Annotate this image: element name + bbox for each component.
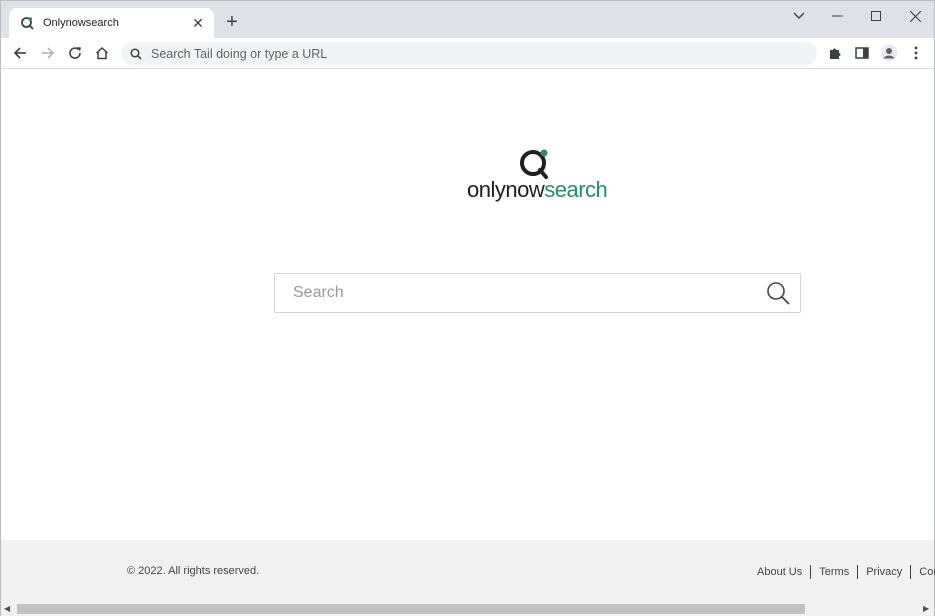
side-panel-icon[interactable] bbox=[852, 43, 872, 63]
new-tab-button[interactable]: + bbox=[223, 12, 241, 32]
close-window-button[interactable] bbox=[903, 7, 927, 25]
tab-close-icon[interactable]: ✕ bbox=[190, 15, 206, 31]
footer-links: About Us Terms Privacy Conta bbox=[757, 565, 935, 579]
tab-title: Onlynowsearch bbox=[43, 17, 119, 29]
onlynowsearch-logo: onlynowsearch bbox=[467, 148, 612, 204]
address-bar-placeholder: Search Tail doing or type a URL bbox=[151, 46, 328, 61]
copyright-text: © 2022. All rights reserved. bbox=[127, 565, 260, 577]
footer-divider bbox=[910, 565, 912, 579]
address-bar[interactable]: Search Tail doing or type a URL bbox=[121, 42, 817, 65]
tab-strip: Onlynowsearch ✕ + bbox=[1, 1, 934, 38]
maximize-button[interactable] bbox=[864, 7, 888, 25]
search-box bbox=[274, 273, 801, 313]
profile-avatar-icon[interactable] bbox=[879, 43, 899, 63]
browser-window: Onlynowsearch ✕ + Search Tail doing or t… bbox=[0, 0, 935, 616]
horizontal-scrollbar[interactable]: ◀ ▶ bbox=[1, 602, 934, 616]
footer-link-terms[interactable]: Terms bbox=[819, 566, 849, 578]
forward-arrow-icon[interactable] bbox=[38, 43, 58, 63]
onlynowsearch-favicon-icon bbox=[19, 15, 35, 31]
page-content: onlynowsearch bbox=[1, 70, 934, 540]
search-input[interactable] bbox=[293, 284, 760, 302]
home-icon[interactable] bbox=[92, 43, 112, 63]
tab-search-dropdown-icon[interactable] bbox=[787, 7, 811, 25]
logo-magnifier-icon bbox=[520, 149, 548, 179]
footer-divider bbox=[857, 565, 859, 579]
footer-link-about-us[interactable]: About Us bbox=[757, 566, 802, 578]
back-arrow-icon[interactable] bbox=[10, 43, 30, 63]
page-footer: © 2022. All rights reserved. About Us Te… bbox=[1, 540, 935, 602]
reload-icon[interactable] bbox=[65, 43, 85, 63]
footer-divider bbox=[810, 565, 812, 579]
scroll-left-arrow-icon[interactable]: ◀ bbox=[4, 605, 12, 613]
scroll-right-arrow-icon[interactable]: ▶ bbox=[923, 605, 931, 613]
logo-text-onlynow: onlynow bbox=[467, 177, 545, 202]
search-button-icon[interactable] bbox=[760, 274, 796, 312]
logo-wordmark: onlynowsearch bbox=[467, 177, 608, 203]
search-icon bbox=[129, 47, 143, 61]
footer-link-contact[interactable]: Conta bbox=[919, 566, 935, 578]
scrollbar-thumb[interactable] bbox=[17, 604, 805, 614]
tab-onlynowsearch[interactable]: Onlynowsearch ✕ bbox=[9, 8, 214, 38]
footer-link-privacy[interactable]: Privacy bbox=[866, 566, 902, 578]
more-menu-icon[interactable] bbox=[906, 43, 926, 63]
extensions-puzzle-icon[interactable] bbox=[825, 43, 845, 63]
browser-toolbar: Search Tail doing or type a URL bbox=[1, 38, 934, 69]
logo-text-search: search bbox=[544, 177, 608, 202]
minimize-button[interactable] bbox=[825, 7, 849, 25]
